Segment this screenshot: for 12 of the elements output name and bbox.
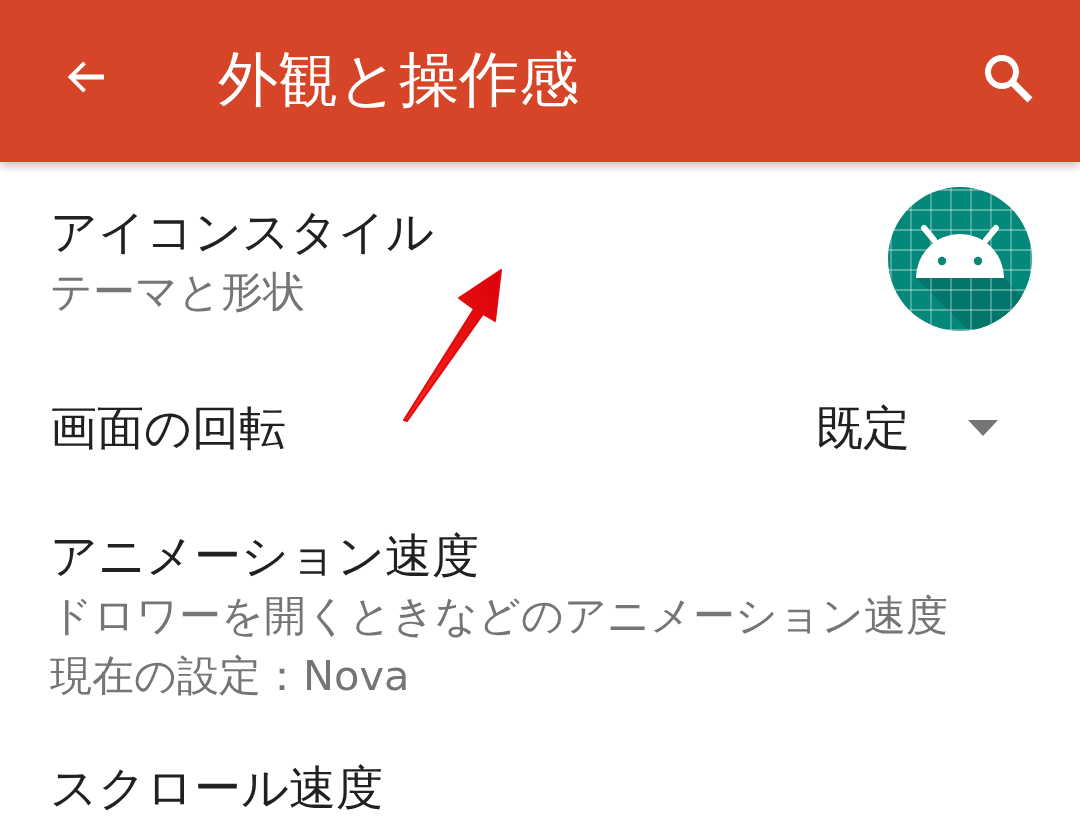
search-button[interactable] <box>982 52 1034 104</box>
setting-current-value: 現在の設定：Nova <box>50 650 410 702</box>
caret-icon <box>968 420 998 436</box>
setting-title: アイコンスタイル <box>50 203 434 261</box>
setting-summary: ドロワーを開くときなどのアニメーション速度 <box>50 590 948 642</box>
app-bar-title: 外観と操作感 <box>218 43 579 115</box>
search-icon <box>982 52 1034 104</box>
setting-title: アニメーション速度 <box>50 527 479 585</box>
setting-summary: テーマと形状 <box>50 266 305 318</box>
setting-title: 画面の回転 <box>50 399 286 457</box>
rotation-dropdown[interactable]: 既定 <box>816 398 1030 458</box>
setting-title: スクロール速度 <box>50 759 383 817</box>
